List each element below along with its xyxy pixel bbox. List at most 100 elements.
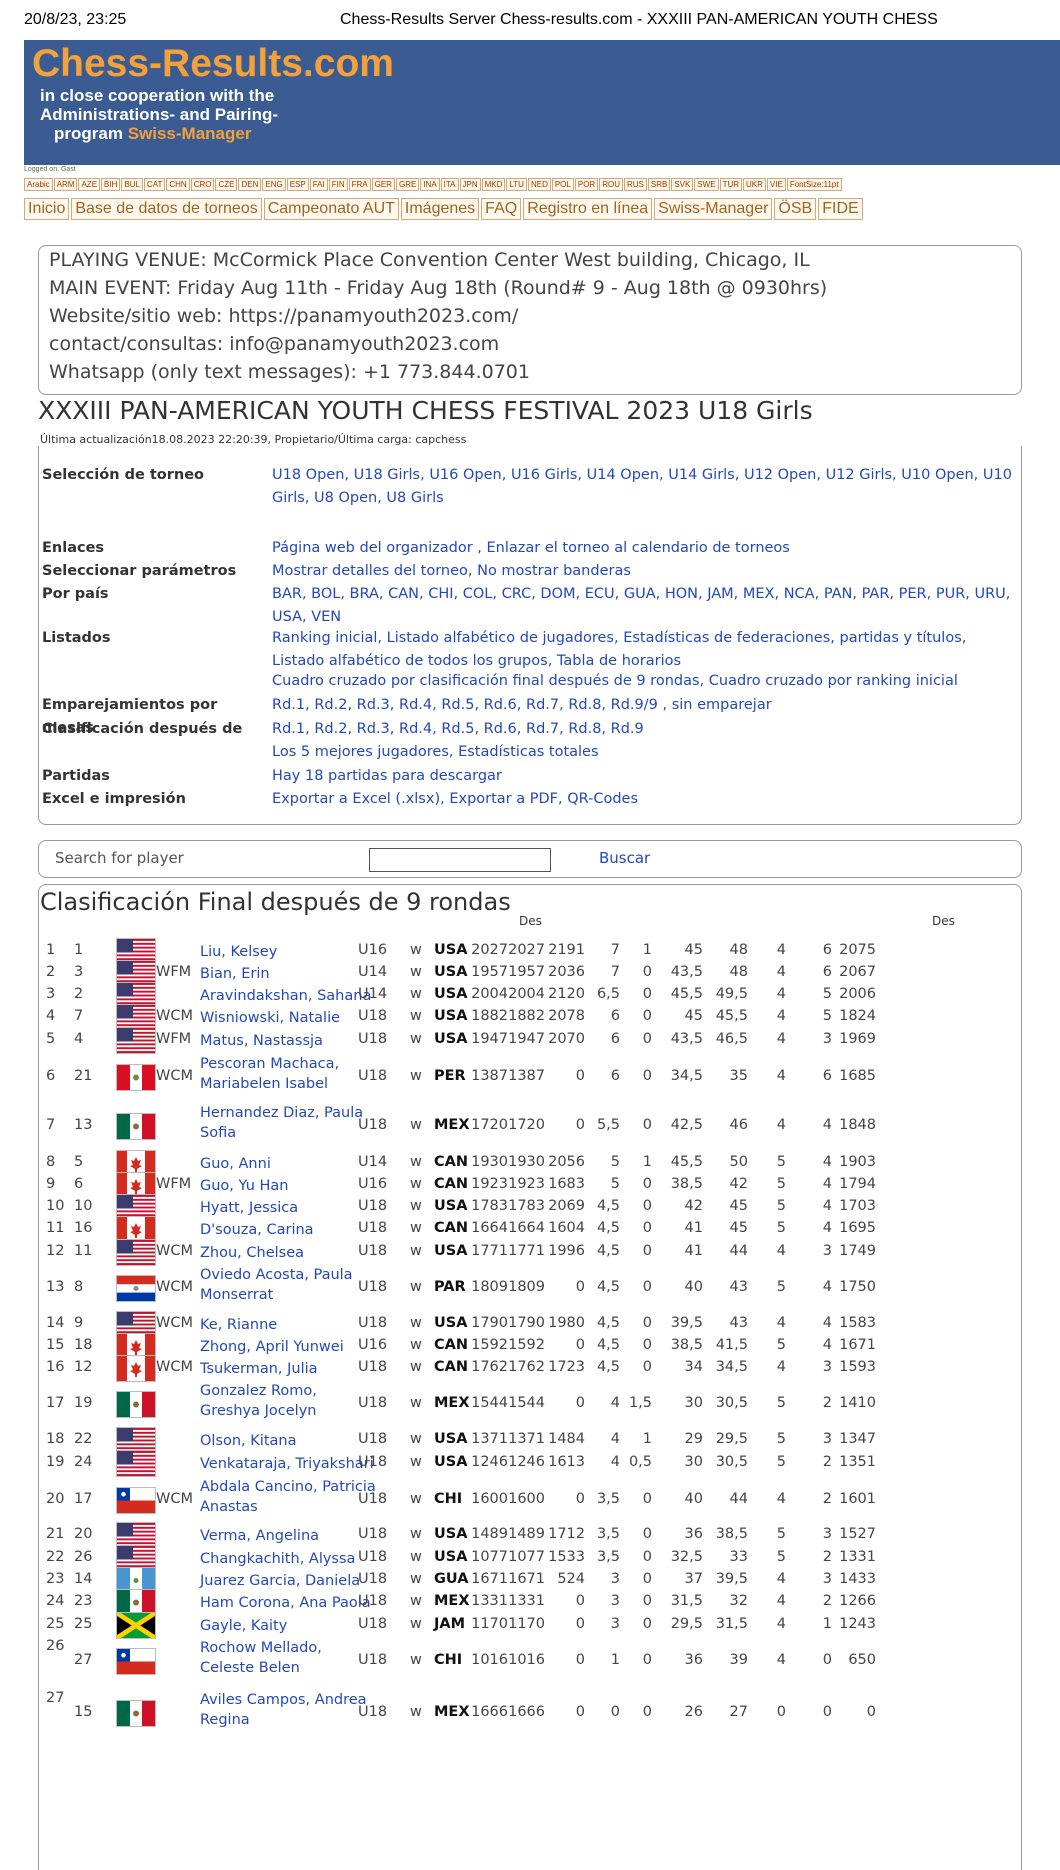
cell-fed: USA	[434, 1454, 468, 1470]
cell-name[interactable]: Pescoran Machaca, Mariabelen Isabel	[200, 1054, 380, 1094]
info-links[interactable]: Exportar a Excel (.xlsx), Exportar a PDF…	[272, 788, 1022, 811]
menu-item[interactable]: Swiss-Manager	[654, 198, 773, 220]
language-link[interactable]: RUS	[623, 178, 647, 191]
language-link[interactable]: GER	[371, 178, 395, 191]
menu-item[interactable]: Inicio	[24, 198, 70, 220]
language-link[interactable]: POL	[551, 178, 574, 191]
language-link[interactable]: SWE	[694, 178, 719, 191]
cell-rp: 0	[575, 1337, 585, 1353]
info-links[interactable]: Ranking inicial, Listado alfabético de j…	[272, 627, 1022, 673]
language-link[interactable]: FRA	[348, 178, 371, 191]
cell-name[interactable]: Changkachith, Alyssa	[200, 1549, 380, 1569]
cell-name[interactable]: Tsukerman, Julia	[200, 1359, 380, 1379]
cell-name[interactable]: D'souza, Carina	[200, 1220, 380, 1240]
language-link[interactable]: POR	[574, 178, 599, 191]
language-link[interactable]: BIH	[101, 178, 121, 191]
language-link[interactable]: NED	[527, 178, 551, 191]
cell-name[interactable]: Aviles Campos, Andrea Regina	[200, 1690, 380, 1730]
cell-name[interactable]: Venkataraja, Triyakshari	[200, 1454, 380, 1474]
cell-rp: 0	[575, 1616, 585, 1632]
info-links[interactable]: Hay 18 partidas para descargar	[272, 765, 1022, 788]
language-link[interactable]: CHN	[166, 178, 190, 191]
cell-name[interactable]: Oviedo Acosta, Paula Monserrat	[200, 1265, 380, 1305]
language-link[interactable]: ARM	[53, 178, 78, 191]
cell-name[interactable]: Guo, Yu Han	[200, 1176, 380, 1196]
language-link[interactable]: ENG	[262, 178, 286, 191]
info-links[interactable]: Página web del organizador , Enlazar el …	[272, 537, 1022, 560]
cell-rp: 1604	[548, 1220, 585, 1236]
language-link[interactable]: CZE	[215, 178, 238, 191]
cell-name[interactable]: Ham Corona, Ana Paola	[200, 1593, 380, 1613]
language-link[interactable]: ITA	[440, 178, 459, 191]
cell-name[interactable]: Aravindakshan, Sahana	[200, 986, 380, 1006]
cell-name[interactable]: Ke, Rianne	[200, 1315, 380, 1335]
menu-item[interactable]: FAQ	[481, 198, 522, 220]
language-link[interactable]: BUL	[121, 178, 143, 191]
language-link[interactable]: GRE	[395, 178, 420, 191]
site-logo[interactable]: Chess-Results.com	[32, 42, 394, 86]
language-link[interactable]: SRB	[647, 178, 671, 191]
cell-name[interactable]: Zhong, April Yunwei	[200, 1337, 380, 1357]
info-links[interactable]: Rd.1, Rd.2, Rd.3, Rd.4, Rd.5, Rd.6, Rd.7…	[272, 718, 1022, 741]
cell-name[interactable]: Juarez Garcia, Daniela	[200, 1571, 380, 1591]
search-input[interactable]	[369, 848, 551, 872]
menu-item[interactable]: Campeonato AUT	[263, 198, 399, 220]
cell-sno: 8	[74, 1279, 84, 1295]
cell-t3: 50	[729, 1154, 748, 1170]
info-links[interactable]: Rd.1, Rd.2, Rd.3, Rd.4, Rd.5, Rd.6, Rd.7…	[272, 694, 1022, 717]
cell-name[interactable]: Olson, Kitana	[200, 1431, 380, 1451]
cell-t2: 26	[684, 1704, 703, 1720]
info-links[interactable]: Los 5 mejores jugadores, Estadísticas to…	[272, 741, 1022, 764]
language-link[interactable]: VIE	[766, 178, 786, 191]
language-link[interactable]: UKR	[743, 178, 766, 191]
cell-name[interactable]: Verma, Angelina	[200, 1526, 380, 1546]
cell-rk: 9	[46, 1176, 56, 1192]
language-link[interactable]: AZE	[78, 178, 101, 191]
usa-flag-icon	[116, 1239, 156, 1266]
menu-item[interactable]: Registro en línea	[523, 198, 653, 220]
language-link[interactable]: CAT	[143, 178, 166, 191]
cell-name[interactable]: Gayle, Kaity	[200, 1616, 380, 1636]
cell-name[interactable]: Gonzalez Romo, Greshya Jocelyn	[200, 1381, 380, 1421]
language-link[interactable]: LTU	[506, 178, 527, 191]
language-link[interactable]: FontSize:11pt	[786, 178, 842, 191]
cell-name[interactable]: Hyatt, Jessica	[200, 1198, 380, 1218]
info-links[interactable]: BAR, BOL, BRA, CAN, CHI, COL, CRC, DOM, …	[272, 583, 1022, 629]
language-link[interactable]: FAI	[309, 178, 328, 191]
cell-name[interactable]: Rochow Mellado, Celeste Belen	[200, 1638, 380, 1678]
language-link[interactable]: JPN	[459, 178, 481, 191]
cell-name[interactable]: Bian, Erin	[200, 964, 380, 984]
menu-item[interactable]: FIDE	[818, 198, 863, 220]
search-button[interactable]: Buscar	[599, 849, 650, 867]
language-link[interactable]: ESP	[286, 178, 309, 191]
cell-type: U18	[358, 1279, 388, 1295]
menu-item[interactable]: Imágenes	[400, 198, 480, 220]
cell-type: U18	[358, 1454, 388, 1470]
language-link[interactable]: CRO	[190, 178, 215, 191]
site-banner[interactable]: Chess-Results.com in close cooperation w…	[24, 40, 1060, 165]
cell-name[interactable]: Guo, Anni	[200, 1154, 380, 1174]
language-link[interactable]: Arabic	[24, 178, 53, 191]
language-link[interactable]: TUR	[719, 178, 743, 191]
menu-item[interactable]: Base de datos de torneos	[71, 198, 262, 220]
info-links[interactable]: U18 Open, U18 Girls, U16 Open, U16 Girls…	[272, 464, 1022, 510]
cell-r2: 1489	[508, 1526, 545, 1542]
language-link[interactable]: DEN	[238, 178, 262, 191]
cell-name[interactable]: Hernandez Diaz, Paula Sofia	[200, 1103, 380, 1143]
language-link[interactable]: INA	[420, 178, 440, 191]
cell-name[interactable]: Matus, Nastassja	[200, 1031, 380, 1051]
cell-name[interactable]: Wisniowski, Natalie	[200, 1008, 380, 1028]
cell-name[interactable]: Abdala Cancino, Patricia Anastas	[200, 1477, 380, 1517]
language-link[interactable]: FIN	[328, 178, 348, 191]
info-links[interactable]: Cuadro cruzado por clasificación final d…	[272, 670, 1022, 693]
cell-name[interactable]: Liu, Kelsey	[200, 942, 380, 962]
menu-item[interactable]: ÖSB	[774, 198, 817, 220]
language-link[interactable]: ROU	[599, 178, 623, 191]
cell-pts: 7	[610, 964, 620, 980]
cell-r2: 1077	[508, 1549, 545, 1565]
info-links[interactable]: Mostrar detalles del torneo, No mostrar …	[272, 560, 1022, 583]
cell-t5: 3	[822, 1571, 832, 1587]
cell-name[interactable]: Zhou, Chelsea	[200, 1243, 380, 1263]
language-link[interactable]: MKD	[481, 178, 506, 191]
language-link[interactable]: SVK	[671, 178, 694, 191]
